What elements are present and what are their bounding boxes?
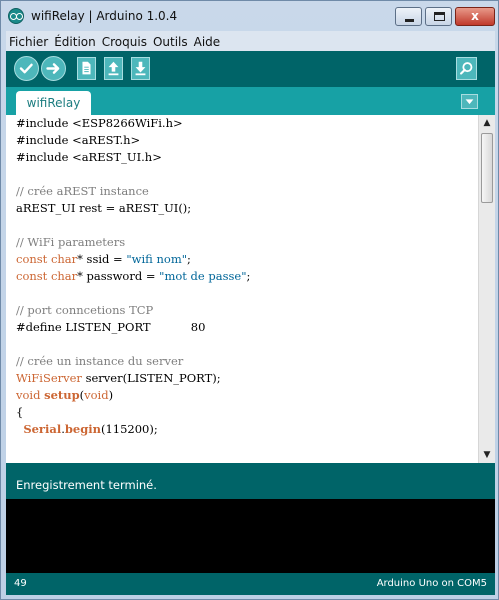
menu-edition[interactable]: Édition bbox=[51, 32, 99, 50]
code-comment: // crée aREST instance bbox=[16, 184, 149, 198]
tab-menu-button[interactable] bbox=[461, 94, 478, 109]
menu-croquis[interactable]: Croquis bbox=[99, 32, 150, 50]
code-line: { bbox=[16, 405, 24, 419]
scrollbar-thumb[interactable] bbox=[481, 133, 493, 203]
serial-monitor-icon bbox=[459, 62, 473, 75]
upload-icon bbox=[46, 63, 60, 74]
save-icon bbox=[135, 61, 146, 76]
scroll-down-icon[interactable]: ▼ bbox=[479, 447, 495, 463]
footer-bar: 49 Arduino Uno on COM5 bbox=[6, 573, 495, 595]
tab-bar: wifiRelay bbox=[6, 87, 495, 115]
title-bar[interactable]: wifiRelay | Arduino 1.0.4 x bbox=[1, 1, 498, 31]
maximize-icon bbox=[434, 12, 445, 21]
new-button[interactable] bbox=[77, 57, 96, 80]
code-comment: // port conncetions TCP bbox=[16, 303, 154, 317]
code-line: #include <ESP8266WiFi.h> bbox=[16, 116, 183, 130]
tab-wifirelay[interactable]: wifiRelay bbox=[16, 91, 91, 115]
minimize-button[interactable] bbox=[395, 7, 422, 26]
status-message: Enregistrement terminé. bbox=[16, 478, 157, 492]
chevron-down-icon bbox=[465, 99, 474, 105]
serial-monitor-button[interactable] bbox=[456, 57, 477, 80]
scroll-up-icon[interactable]: ▲ bbox=[479, 115, 495, 131]
menu-fichier[interactable]: Fichier bbox=[6, 32, 51, 50]
close-button[interactable]: x bbox=[455, 7, 495, 26]
open-icon bbox=[108, 61, 119, 76]
code-line: Serial.begin(115200); bbox=[23, 422, 158, 436]
code-line: #define LISTEN_PORT 80 bbox=[16, 320, 206, 334]
code-comment: // WiFi parameters bbox=[16, 235, 126, 249]
console-output[interactable] bbox=[6, 499, 495, 573]
status-bar: Enregistrement terminé. bbox=[6, 463, 495, 499]
code-comment: // crée un instance du server bbox=[16, 354, 184, 368]
window-title: wifiRelay | Arduino 1.0.4 bbox=[31, 9, 178, 23]
board-port-label: Arduino Uno on COM5 bbox=[376, 578, 487, 589]
code-line: #include <aREST.h> bbox=[16, 133, 141, 147]
minimize-icon bbox=[405, 19, 414, 22]
menu-outils[interactable]: Outils bbox=[150, 32, 191, 50]
menu-bar: Fichier Édition Croquis Outils Aide bbox=[6, 31, 495, 51]
arduino-logo-icon bbox=[8, 8, 24, 24]
code-line: void setup(void) bbox=[16, 388, 114, 402]
close-icon: x bbox=[471, 9, 479, 23]
arduino-ide-window: wifiRelay | Arduino 1.0.4 x Fichier Éditi… bbox=[0, 0, 499, 600]
open-button[interactable] bbox=[104, 57, 123, 80]
code-line: WiFiServer server(LISTEN_PORT); bbox=[16, 371, 221, 385]
maximize-button[interactable] bbox=[425, 7, 452, 26]
code-line: aREST_UI rest = aREST_UI(); bbox=[16, 201, 192, 215]
verify-button[interactable] bbox=[14, 56, 39, 81]
verify-icon bbox=[19, 63, 33, 74]
upload-button[interactable] bbox=[41, 56, 66, 81]
new-icon bbox=[82, 61, 91, 75]
line-number: 49 bbox=[14, 578, 27, 589]
editor-scrollbar[interactable]: ▲ ▼ bbox=[478, 115, 495, 463]
code-line: const char* password = "mot de passe"; bbox=[16, 269, 251, 283]
code-line: const char* ssid = "wifi nom"; bbox=[16, 252, 191, 266]
code-line: #include <aREST_UI.h> bbox=[16, 150, 162, 164]
save-button[interactable] bbox=[131, 57, 150, 80]
code-editor[interactable]: #include <ESP8266WiFi.h> #include <aREST… bbox=[6, 115, 478, 463]
menu-aide[interactable]: Aide bbox=[191, 32, 224, 50]
toolbar bbox=[6, 51, 495, 87]
